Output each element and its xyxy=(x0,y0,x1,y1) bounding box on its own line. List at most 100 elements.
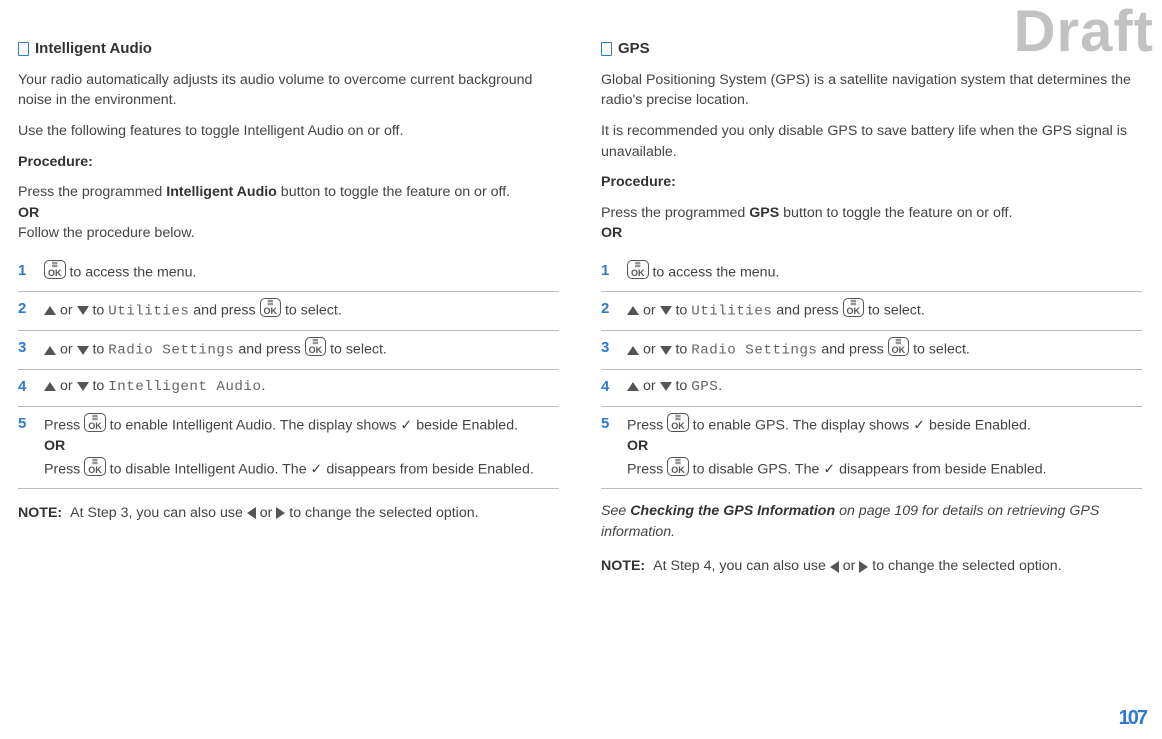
procedure-intro: Press the programmed GPS button to toggl… xyxy=(601,203,1142,244)
heading-text: GPS xyxy=(618,38,650,60)
ok-key-icon: OK xyxy=(44,260,66,279)
step-number: 5 xyxy=(601,413,613,480)
text: or xyxy=(839,558,860,574)
intro-para-2: Use the following features to toggle Int… xyxy=(18,121,559,142)
text: or xyxy=(56,378,77,394)
text: to select. xyxy=(281,303,342,319)
step-1: 1 OK to access the menu. xyxy=(18,254,559,292)
step-body: Press OK to enable GPS. The display show… xyxy=(627,413,1142,480)
watermark: Draft xyxy=(1014,0,1154,74)
menu-item: Utilities xyxy=(691,304,772,320)
menu-item: Intelligent Audio xyxy=(108,379,261,395)
down-arrow-icon xyxy=(77,382,89,391)
procedure-label: Procedure: xyxy=(18,152,559,173)
up-arrow-icon xyxy=(627,346,639,355)
step-2: 2 or to Utilities and press OK to select… xyxy=(18,292,559,331)
menu-item: Radio Settings xyxy=(108,343,234,359)
text: to select. xyxy=(909,342,970,358)
step-body: or to Intelligent Audio. xyxy=(44,376,559,398)
menu-item: GPS xyxy=(691,379,718,395)
ok-key-icon: OK xyxy=(667,413,689,432)
text: At Step 3, you can also use xyxy=(70,505,247,521)
down-arrow-icon xyxy=(660,382,672,391)
text: and press xyxy=(772,303,842,319)
text: or xyxy=(256,505,277,521)
see-reference: See Checking the GPS Information on page… xyxy=(601,501,1142,542)
text: to select. xyxy=(864,303,925,319)
content-columns: Intelligent Audio Your radio automatical… xyxy=(18,38,1142,577)
intro-para-2: It is recommended you only disable GPS t… xyxy=(601,121,1142,162)
note: NOTE: At Step 4, you can also use or to … xyxy=(601,556,1142,577)
step-number: 4 xyxy=(18,376,30,398)
text: Follow the procedure below. xyxy=(18,225,195,241)
text: to change the selected option. xyxy=(285,505,478,521)
text: or xyxy=(639,342,660,358)
text: to disable Intelligent Audio. The ✓ disa… xyxy=(106,462,534,478)
step-body: or to Utilities and press OK to select. xyxy=(44,298,559,322)
page-number: 107 xyxy=(1119,704,1146,733)
heading-text: Intelligent Audio xyxy=(35,38,152,60)
text: button to toggle the feature on or off. xyxy=(779,205,1012,221)
step-body: or to Radio Settings and press OK to sel… xyxy=(627,337,1142,361)
or-label: OR xyxy=(44,438,65,454)
down-arrow-icon xyxy=(77,306,89,315)
page-icon xyxy=(601,42,612,56)
text: button to toggle the feature on or off. xyxy=(277,184,510,200)
step-4: 4 or to Intelligent Audio. xyxy=(18,370,559,407)
step-5: 5 Press OK to enable Intelligent Audio. … xyxy=(18,407,559,489)
or-label: OR xyxy=(627,438,648,454)
note-body: At Step 4, you can also use or to change… xyxy=(653,556,1142,577)
procedure-label: Procedure: xyxy=(601,172,1142,193)
text: to change the selected option. xyxy=(868,558,1061,574)
down-arrow-icon xyxy=(77,346,89,355)
text: or xyxy=(56,303,77,319)
text: . xyxy=(718,378,722,394)
text: to xyxy=(672,303,692,319)
step-5: 5 Press OK to enable GPS. The display sh… xyxy=(601,407,1142,489)
ok-key-icon: OK xyxy=(84,457,106,476)
menu-item: Radio Settings xyxy=(691,343,817,359)
step-body: or to Utilities and press OK to select. xyxy=(627,298,1142,322)
step-2: 2 or to Utilities and press OK to select… xyxy=(601,292,1142,331)
text: Press the programmed xyxy=(601,205,749,221)
step-number: 5 xyxy=(18,413,30,480)
text: Press the programmed xyxy=(18,184,166,200)
right-column: GPS Global Positioning System (GPS) is a… xyxy=(601,38,1142,577)
text: to xyxy=(672,342,692,358)
or-label: OR xyxy=(18,205,39,221)
text: See xyxy=(601,503,630,519)
note-body: At Step 3, you can also use or to change… xyxy=(70,503,559,524)
text: Press xyxy=(627,418,667,434)
step-body: or to GPS. xyxy=(627,376,1142,398)
button-name: GPS xyxy=(749,205,779,221)
ok-key-icon: OK xyxy=(627,260,649,279)
up-arrow-icon xyxy=(44,382,56,391)
up-arrow-icon xyxy=(627,306,639,315)
text: to xyxy=(89,342,109,358)
text: Press xyxy=(44,462,84,478)
step-1: 1 OK to access the menu. xyxy=(601,254,1142,292)
left-arrow-icon xyxy=(247,507,256,519)
up-arrow-icon xyxy=(44,346,56,355)
text: and press xyxy=(234,342,304,358)
step-number: 1 xyxy=(18,260,30,283)
text: to xyxy=(672,378,692,394)
right-arrow-icon xyxy=(276,507,285,519)
left-arrow-icon xyxy=(830,561,839,573)
text: and press xyxy=(189,303,259,319)
up-arrow-icon xyxy=(44,306,56,315)
step-4: 4 or to GPS. xyxy=(601,370,1142,407)
text: . xyxy=(261,378,265,394)
step-body: Press OK to enable Intelligent Audio. Th… xyxy=(44,413,559,480)
ok-key-icon: OK xyxy=(843,298,865,317)
left-column: Intelligent Audio Your radio automatical… xyxy=(18,38,559,577)
text: to access the menu. xyxy=(649,265,780,281)
text: to xyxy=(89,303,109,319)
steps-list: 1 OK to access the menu. 2 or to Utiliti… xyxy=(18,254,559,489)
step-number: 3 xyxy=(18,337,30,361)
text: to enable Intelligent Audio. The display… xyxy=(106,418,518,434)
step-3: 3 or to Radio Settings and press OK to s… xyxy=(18,331,559,370)
text: Press xyxy=(627,462,667,478)
text: to select. xyxy=(326,342,387,358)
reference-title: Checking the GPS Information xyxy=(630,503,835,519)
